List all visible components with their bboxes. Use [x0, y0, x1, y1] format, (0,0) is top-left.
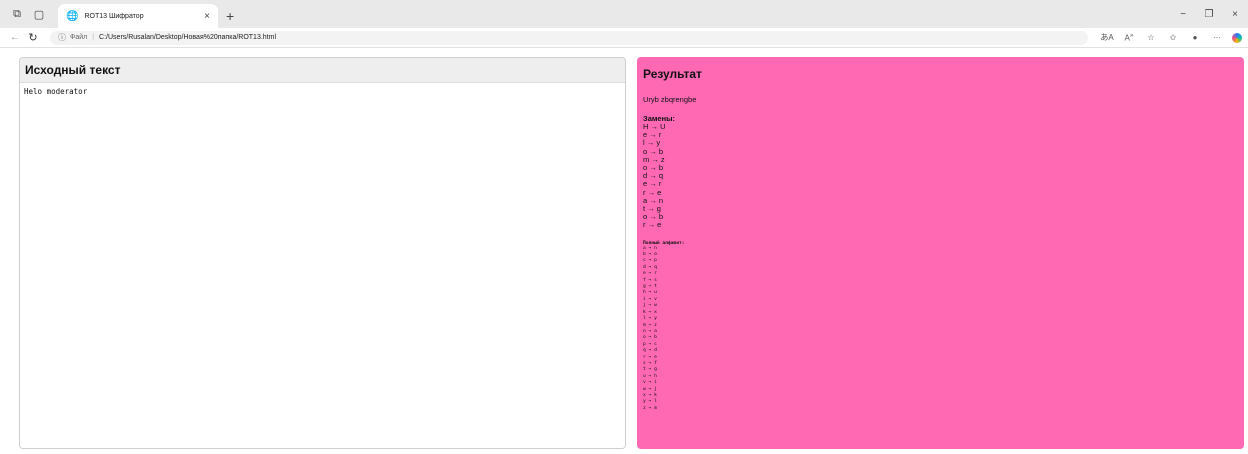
browser-tab-bar: ⧉ ▢ 🌐 ROT13 Шифратор × + − ❐ ×	[0, 0, 1248, 28]
browser-tab[interactable]: 🌐 ROT13 Шифратор ×	[58, 4, 218, 28]
substitution-item: m → z	[643, 154, 665, 164]
minimize-button[interactable]: −	[1170, 9, 1196, 20]
restore-button[interactable]: ❐	[1196, 9, 1222, 20]
substitution-item: e → r	[643, 179, 662, 189]
substitution-item: l → y	[643, 138, 661, 148]
page-content: Исходный текст Helo moderator Результат …	[0, 48, 1248, 454]
new-tab-button[interactable]: +	[226, 8, 234, 24]
substitution-item: d → q	[643, 171, 664, 181]
url-field[interactable]: ⓘ Файл | C:/Users/Rusalan/Desktop/Новая%…	[50, 30, 1088, 45]
reload-icon[interactable]: ↻	[24, 31, 42, 44]
substitution-item: o → b	[643, 212, 664, 222]
url-separator: |	[92, 34, 95, 41]
input-panel-title: Исходный текст	[20, 58, 625, 83]
tab-close-icon[interactable]: ×	[204, 11, 210, 22]
url-scheme-label: Файл	[70, 34, 88, 41]
substitution-item: a → n	[643, 195, 664, 205]
globe-icon: 🌐	[66, 10, 79, 22]
substitution-item: o → b	[643, 163, 664, 173]
window-controls: − ❐ ×	[1170, 0, 1248, 28]
alphabet-list: a → n b → o c → p d → q e → r f → s g → …	[643, 246, 1238, 413]
read-aloud-icon[interactable]: A»	[1118, 32, 1140, 43]
tab-title: ROT13 Шифратор	[84, 12, 144, 20]
favorites-icon[interactable]: ✩	[1162, 33, 1184, 42]
substitutions-title: Замены:	[643, 114, 676, 123]
input-panel: Исходный текст Helo moderator	[19, 57, 626, 449]
address-bar: ← ↻ ⓘ Файл | C:/Users/Rusalan/Desktop/Но…	[0, 28, 1248, 48]
profile-icon[interactable]: ●	[1184, 33, 1206, 42]
url-text[interactable]: C:/Users/Rusalan/Desktop/Новая%20папка/R…	[99, 34, 276, 41]
browser-toolbar: あA A» ☆ ✩ ● ···	[1096, 32, 1242, 43]
substitution-item: o → b	[643, 146, 664, 156]
result-text: Uryb zbqrengbe	[643, 95, 697, 104]
alphabet-item: z → m	[643, 405, 657, 411]
favorite-star-icon[interactable]: ☆	[1140, 33, 1162, 42]
substitution-item: e → r	[643, 130, 662, 140]
substitution-item: r → e	[643, 187, 662, 197]
close-window-button[interactable]: ×	[1222, 9, 1248, 20]
substitution-item: t → g	[643, 204, 661, 214]
substitution-item: H → U	[643, 122, 666, 131]
source-text-input[interactable]: Helo moderator	[20, 83, 625, 448]
more-icon[interactable]: ···	[1206, 33, 1228, 42]
back-icon[interactable]: ←	[6, 32, 24, 43]
info-icon[interactable]: ⓘ	[58, 32, 66, 43]
substitutions-list: H → U e → r l → y o → b m → z o → b d → …	[643, 122, 1238, 230]
result-panel-title: Результат	[643, 67, 702, 81]
substitution-item: r → e	[643, 220, 662, 230]
translate-icon[interactable]: あA	[1096, 32, 1118, 43]
workspaces-icon[interactable]: ⧉	[6, 3, 28, 25]
result-panel: Результат Uryb zbqrengbe Замены: H → U e…	[637, 57, 1244, 449]
tab-actions-icon[interactable]: ▢	[28, 3, 50, 25]
copilot-icon[interactable]	[1232, 32, 1242, 43]
